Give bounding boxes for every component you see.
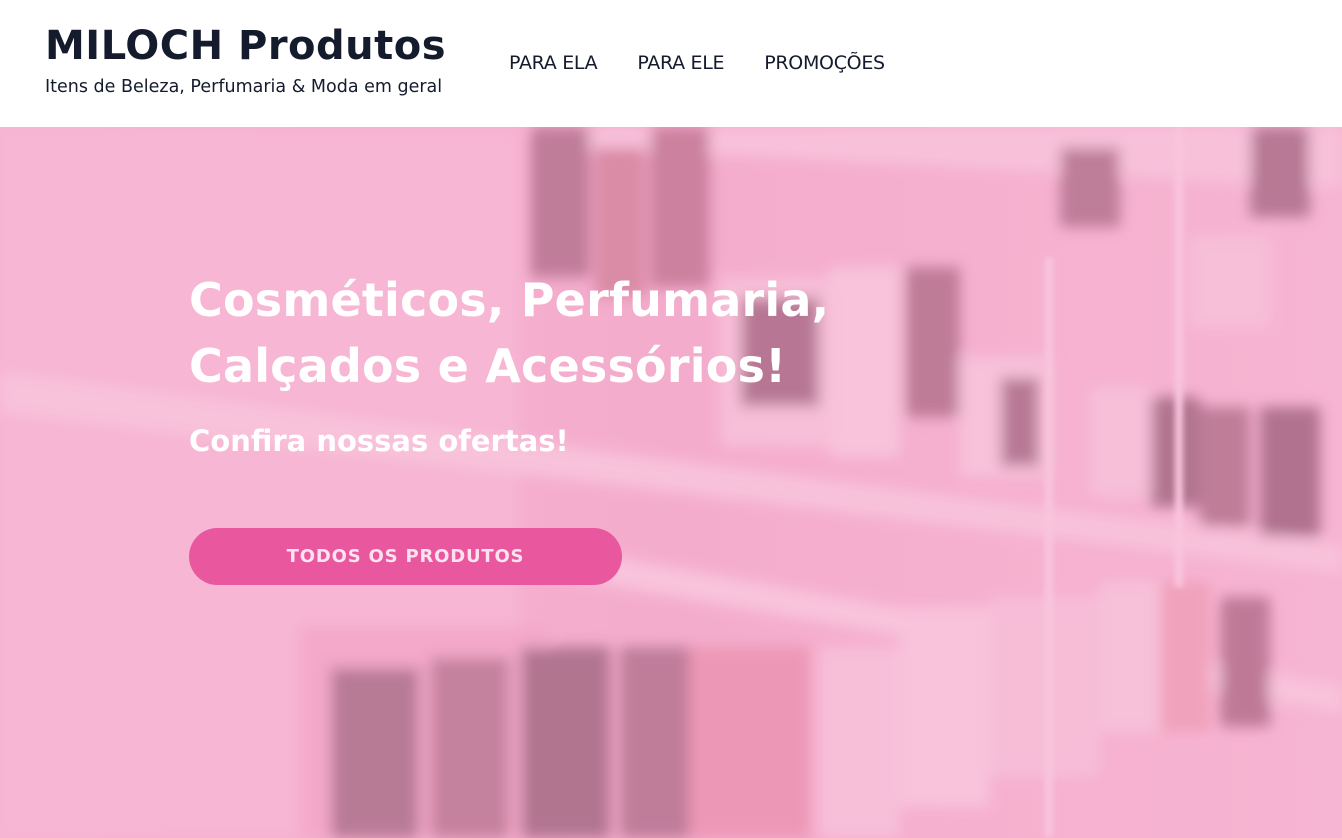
hero-title: Cosméticos, Perfumaria, Calçados e Acess…	[189, 267, 949, 399]
hero-content: Cosméticos, Perfumaria, Calçados e Acess…	[189, 267, 949, 585]
site-title[interactable]: MILOCH Produtos	[45, 20, 446, 72]
hero-title-line-2: Calçados e Acessórios!	[189, 339, 787, 393]
hero-subtitle: Confira nossas ofertas!	[189, 424, 569, 458]
hero-banner: Cosméticos, Perfumaria, Calçados e Acess…	[0, 127, 1342, 838]
brand: MILOCH Produtos Itens de Beleza, Perfuma…	[45, 20, 446, 98]
site-header: MILOCH Produtos Itens de Beleza, Perfuma…	[0, 0, 1342, 127]
main-nav: PARA ELA PARA ELE PROMOÇÕES	[509, 49, 885, 77]
nav-link-para-ela[interactable]: PARA ELA	[509, 49, 598, 77]
site-tagline: Itens de Beleza, Perfumaria & Moda em ge…	[45, 77, 443, 97]
hero-title-line-1: Cosméticos, Perfumaria,	[189, 273, 830, 327]
all-products-button[interactable]: TODOS OS PRODUTOS	[189, 528, 622, 585]
nav-link-promocoes[interactable]: PROMOÇÕES	[764, 49, 885, 77]
nav-link-para-ele[interactable]: PARA ELE	[637, 49, 724, 77]
hero-overlay	[0, 127, 1342, 838]
